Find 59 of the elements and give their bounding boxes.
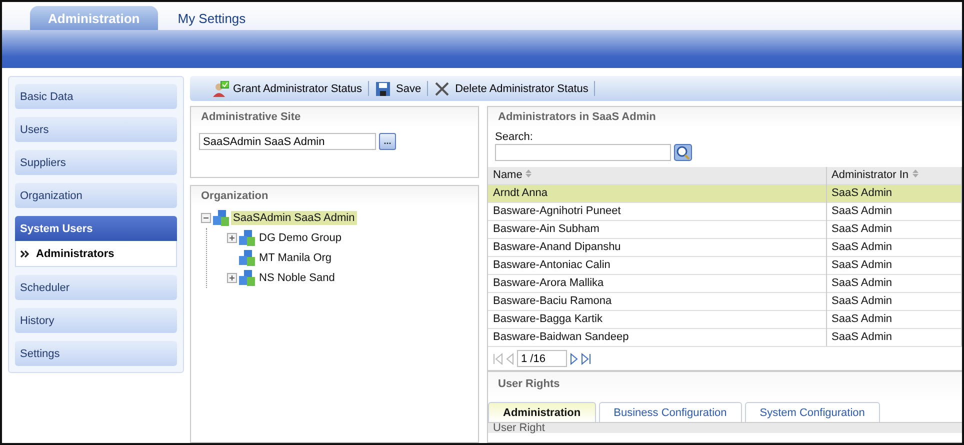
search-label: Search: xyxy=(495,131,534,143)
table-cell[interactable]: Basware-Bagga Kartik xyxy=(488,310,826,328)
organization-icon xyxy=(239,270,255,286)
search-icon[interactable] xyxy=(674,144,692,161)
browse-button[interactable]: ... xyxy=(379,133,396,150)
sidebar-item[interactable]: Scheduler xyxy=(15,275,177,300)
table-cell[interactable]: Basware-Baidwan Sandeep xyxy=(488,328,826,346)
sidebar-item[interactable]: Suppliers xyxy=(15,150,177,175)
table-cell[interactable]: SaaS Admin xyxy=(826,220,962,238)
tab[interactable]: Administration xyxy=(488,402,596,422)
toolbar-button[interactable]: Grant Administrator Status xyxy=(206,78,368,100)
sidebar-item[interactable]: History xyxy=(15,308,177,333)
column-header[interactable]: Administrator In xyxy=(826,167,962,184)
sort-icon xyxy=(912,169,919,178)
expand-toggle[interactable] xyxy=(227,233,237,243)
table-cell[interactable]: SaaS Admin xyxy=(826,202,962,220)
delete-icon xyxy=(434,80,452,96)
table-cell[interactable]: SaaS Admin xyxy=(826,310,962,328)
tab[interactable]: Business Configuration xyxy=(598,402,742,422)
tab[interactable]: System Configuration xyxy=(744,402,880,422)
sidebar-item[interactable]: Organization xyxy=(15,183,177,208)
search-field[interactable] xyxy=(495,144,671,161)
column-header[interactable]: User Right xyxy=(488,423,962,433)
expand-toggle[interactable] xyxy=(227,273,237,283)
column-header[interactable]: Name xyxy=(488,167,826,184)
page-field[interactable]: 1 /16 xyxy=(517,350,567,367)
sort-icon xyxy=(525,169,532,178)
double-chevron-icon xyxy=(20,250,30,258)
table-cell[interactable]: Basware-Anand Dipanshu xyxy=(488,238,826,256)
organization-icon xyxy=(239,230,255,246)
table-cell[interactable]: Basware-Antoniac Calin xyxy=(488,256,826,274)
organization-icon xyxy=(213,210,229,226)
toolbar-button[interactable]: Save xyxy=(369,78,428,100)
organization-icon xyxy=(239,250,255,266)
table-cell[interactable]: Basware-Baciu Ramona xyxy=(488,292,826,310)
table-cell[interactable]: SaaS Admin xyxy=(826,292,962,310)
table-cell[interactable]: SaaS Admin xyxy=(826,274,962,292)
table-cell[interactable]: Basware-Agnihotri Puneet xyxy=(488,202,826,220)
table-cell[interactable]: SaaS Admin xyxy=(826,238,962,256)
tree-item[interactable]: DG Demo Group xyxy=(257,231,344,245)
table-cell[interactable]: Basware-Arora Mallika xyxy=(488,274,826,292)
submenu-item[interactable]: Administrators xyxy=(36,248,114,260)
table-cell[interactable]: Arndt Anna xyxy=(488,184,826,202)
table-cell[interactable]: Basware-Ain Subham xyxy=(488,220,826,238)
table-cell[interactable]: SaaS Admin xyxy=(826,256,962,274)
sidebar-item[interactable]: Settings xyxy=(15,341,177,366)
sidebar-item[interactable]: Users xyxy=(15,117,177,142)
collapse-toggle[interactable] xyxy=(201,213,211,223)
site-field[interactable]: SaaSAdmin SaaS Admin xyxy=(199,133,376,150)
sidebar-item[interactable]: Basic Data xyxy=(15,84,177,109)
toolbar-button[interactable]: Delete Administrator Status xyxy=(428,78,594,100)
tree-item[interactable]: NS Noble Sand xyxy=(257,271,337,285)
person-check-icon xyxy=(212,80,229,96)
table-cell[interactable]: SaaS Admin xyxy=(826,184,962,202)
sidebar-item[interactable]: System Users xyxy=(15,216,177,241)
tree-item[interactable]: SaaSAdmin SaaS Admin xyxy=(231,211,357,225)
nav-tab[interactable]: My Settings xyxy=(162,6,262,30)
table-cell[interactable]: SaaS Admin xyxy=(826,328,962,346)
tree-item[interactable]: MT Manila Org xyxy=(257,251,334,265)
